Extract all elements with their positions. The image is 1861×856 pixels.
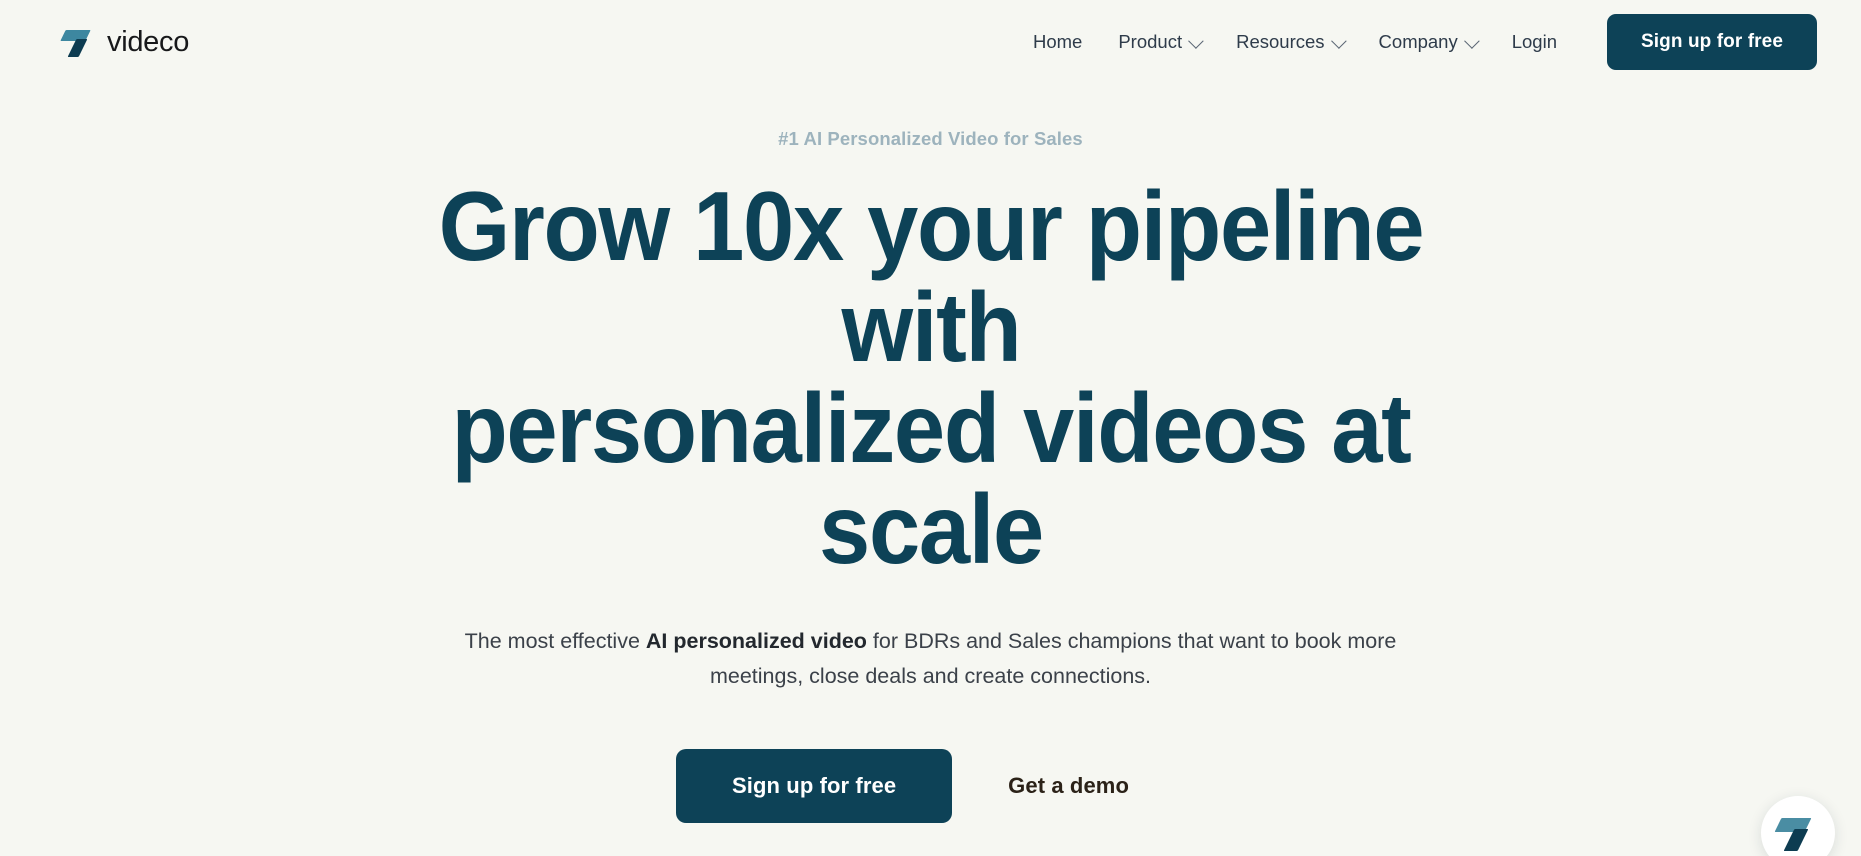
hero-subtitle: The most effective AI personalized video… (421, 624, 1441, 694)
nav-item-label: Product (1118, 31, 1183, 52)
nav-item-product[interactable]: Product (1100, 23, 1218, 61)
nav-item-resources[interactable]: Resources (1218, 23, 1360, 61)
hero-sub-pre: The most effective (464, 628, 646, 653)
hero-signup-button[interactable]: Sign up for free (676, 749, 953, 824)
nav-item-label: Login (1511, 31, 1557, 52)
nav-item-label: Resources (1236, 31, 1325, 52)
chevron-down-icon (1463, 32, 1480, 49)
videco-chevron-logo-icon (1774, 815, 1818, 851)
nav-item-label: Company (1378, 31, 1458, 52)
hero-title-line-2: personalized videos at scale (450, 372, 1411, 584)
chevron-down-icon (1330, 32, 1347, 49)
main-nav: Home Product Resources Company Login Sig… (1015, 14, 1817, 70)
chevron-down-icon (1188, 32, 1204, 49)
hero-cta-row: Sign up for free Get a demo (0, 749, 1861, 824)
site-header: videco Home Product Resources Company Lo… (0, 0, 1861, 84)
nav-item-home[interactable]: Home (1015, 23, 1100, 61)
header-signup-button[interactable]: Sign up for free (1607, 14, 1817, 70)
page-title: Grow 10x your pipeline with personalized… (376, 176, 1485, 580)
hero-section: #1 AI Personalized Video for Sales Grow … (0, 84, 1861, 856)
nav-item-login[interactable]: Login (1494, 23, 1575, 61)
nav-item-company[interactable]: Company (1361, 23, 1494, 61)
hero-sub-bold: AI personalized video (645, 628, 867, 653)
hero-title-line-1: Grow 10x your pipeline with (438, 171, 1424, 382)
brand-logo[interactable]: videco (60, 25, 190, 59)
nav-item-label: Home (1032, 31, 1083, 52)
hero-eyebrow: #1 AI Personalized Video for Sales (778, 128, 1083, 149)
brand-name: videco (107, 25, 190, 58)
get-a-demo-button[interactable]: Get a demo (952, 749, 1185, 823)
videco-chevron-logo-icon (60, 27, 96, 57)
